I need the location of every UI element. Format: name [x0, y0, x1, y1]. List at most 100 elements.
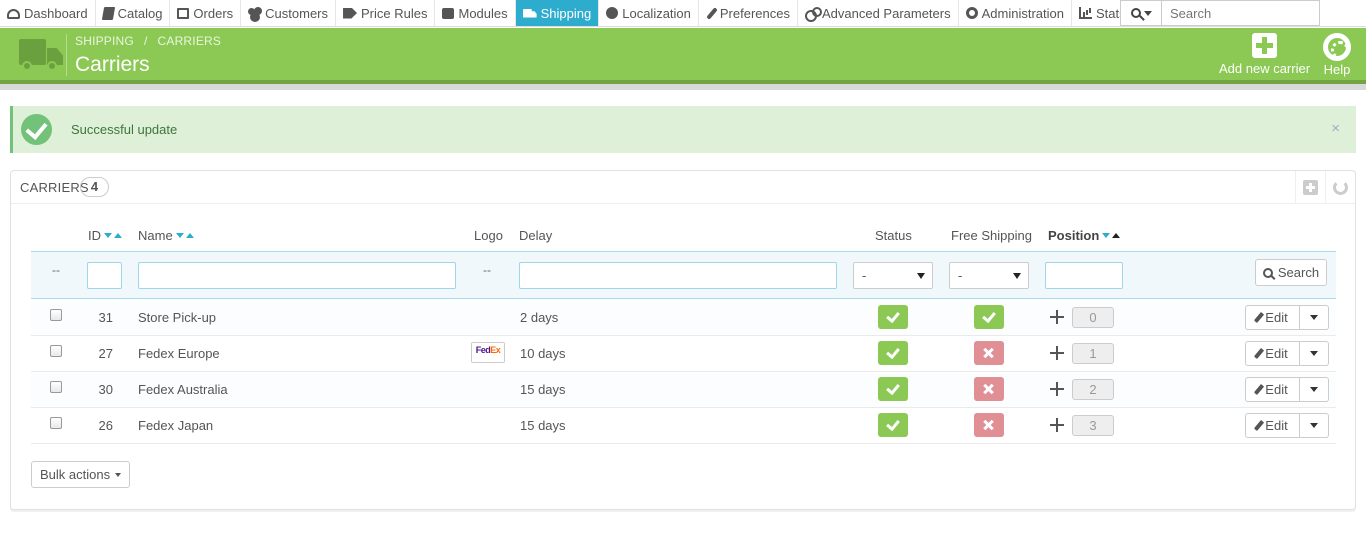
nav-administration[interactable]: Administration: [959, 0, 1072, 26]
drag-handle-icon[interactable]: [1050, 346, 1064, 360]
edit-label: Edit: [1265, 382, 1288, 397]
status-enabled-icon[interactable]: [878, 341, 908, 365]
fedex-logo[interactable]: FedEx: [471, 342, 505, 363]
page-title: Carriers: [75, 53, 150, 76]
id-filter-input[interactable]: [87, 262, 122, 289]
nav-dashboard[interactable]: Dashboard: [0, 0, 96, 26]
nav-catalog[interactable]: Catalog: [96, 0, 171, 26]
breadcrumb-item[interactable]: SHIPPING: [75, 34, 134, 48]
bulk-actions-button[interactable]: Bulk actions: [31, 461, 131, 488]
row-actions-dropdown[interactable]: [1300, 377, 1329, 402]
main-menu: Dashboard Catalog Orders Customers Price…: [0, 0, 1133, 26]
nav-modules[interactable]: Modules: [435, 0, 516, 26]
table-row: 31 Store Pick-up 2 days 0 Edit: [31, 300, 1336, 336]
status-enabled-icon[interactable]: [878, 305, 908, 329]
nav-localization[interactable]: Localization: [599, 0, 699, 26]
row-actions: Edit: [1245, 377, 1329, 402]
drag-handle-icon[interactable]: [1050, 418, 1064, 432]
carrier-name[interactable]: Fedex Japan: [138, 418, 213, 433]
caret-down-icon: [917, 273, 925, 279]
drag-handle-icon[interactable]: [1050, 382, 1064, 396]
carrier-delay[interactable]: 10 days: [520, 346, 566, 361]
header-divider: [0, 84, 1366, 90]
edit-button[interactable]: Edit: [1245, 377, 1300, 402]
breadcrumb-item[interactable]: CARRIERS: [158, 34, 222, 48]
pencil-icon: [1254, 384, 1265, 395]
position-filter-input[interactable]: [1045, 262, 1123, 289]
row-actions-dropdown[interactable]: [1300, 341, 1329, 366]
status-enabled-icon[interactable]: [878, 413, 908, 437]
panel-heading: Carriers 4: [11, 171, 1355, 204]
delay-filter-input[interactable]: [519, 262, 837, 289]
sort-desc-icon[interactable]: [104, 233, 112, 238]
close-icon[interactable]: ×: [1331, 120, 1340, 137]
free-shipping-disabled-icon[interactable]: [974, 413, 1004, 437]
carrier-id[interactable]: 31: [91, 310, 113, 325]
table-row: 30 Fedex Australia 15 days 2 Edit: [31, 372, 1336, 408]
edit-label: Edit: [1265, 310, 1288, 325]
column-label: Position: [1048, 228, 1100, 243]
header-search: [1120, 0, 1320, 26]
position-value: 3: [1072, 415, 1114, 436]
logo-filter-placeholder: --: [483, 263, 491, 277]
bar-chart-icon: [1078, 7, 1092, 19]
carrier-id[interactable]: 30: [91, 382, 113, 397]
column-header-name: Name: [138, 228, 194, 243]
help-button[interactable]: Help: [1323, 33, 1351, 77]
pencil-icon: [1254, 348, 1265, 359]
name-filter-input[interactable]: [138, 262, 456, 289]
row-checkbox[interactable]: [50, 417, 62, 429]
chevron-down-icon: [1143, 10, 1152, 16]
sort-asc-icon[interactable]: [1112, 233, 1121, 238]
free-shipping-disabled-icon[interactable]: [974, 341, 1004, 365]
row-actions-dropdown[interactable]: [1300, 305, 1329, 330]
carrier-delay[interactable]: 2 days: [520, 310, 558, 325]
add-carrier-button[interactable]: Add new carrier: [1219, 33, 1310, 76]
edit-button[interactable]: Edit: [1245, 305, 1300, 330]
caret-down-icon: [1310, 315, 1318, 320]
count-badge: 4: [80, 177, 109, 197]
filter-search-button[interactable]: Search: [1255, 259, 1327, 286]
nav-orders[interactable]: Orders: [170, 0, 242, 26]
nav-preferences[interactable]: Preferences: [699, 0, 798, 26]
carrier-delay[interactable]: 15 days: [520, 418, 566, 433]
row-checkbox[interactable]: [50, 381, 62, 393]
carrier-id[interactable]: 27: [91, 346, 113, 361]
row-checkbox[interactable]: [50, 345, 62, 357]
search-input[interactable]: [1162, 0, 1320, 26]
carrier-name[interactable]: Fedex Europe: [138, 346, 220, 361]
free-shipping-filter-select[interactable]: -: [949, 262, 1029, 289]
nav-price-rules[interactable]: Price Rules: [336, 0, 436, 26]
carrier-delay[interactable]: 15 days: [520, 382, 566, 397]
search-button-label: Search: [1277, 265, 1320, 280]
top-navigation: Dashboard Catalog Orders Customers Price…: [0, 0, 1366, 27]
edit-button[interactable]: Edit: [1245, 341, 1300, 366]
row-actions-dropdown[interactable]: [1300, 413, 1329, 438]
status-enabled-icon[interactable]: [878, 377, 908, 401]
carrier-name[interactable]: Store Pick-up: [138, 310, 216, 325]
caret-down-icon: [1013, 273, 1021, 279]
caret-down-icon: [1310, 423, 1318, 428]
sort-desc-icon[interactable]: [1102, 233, 1111, 238]
position-value: 2: [1072, 379, 1114, 400]
drag-handle-icon[interactable]: [1050, 310, 1064, 324]
column-header-id: ID: [88, 228, 122, 243]
sort-asc-icon[interactable]: [114, 233, 122, 238]
row-checkbox[interactable]: [50, 309, 62, 321]
free-shipping-enabled-icon[interactable]: [974, 305, 1004, 329]
nav-advanced-parameters[interactable]: Advanced Parameters: [798, 0, 959, 26]
carrier-name[interactable]: Fedex Australia: [138, 382, 228, 397]
add-carrier-toolbar-button[interactable]: [1295, 171, 1325, 204]
nav-customers[interactable]: Customers: [241, 0, 337, 26]
nav-shipping[interactable]: Shipping: [515, 0, 600, 26]
edit-button[interactable]: Edit: [1245, 413, 1300, 438]
sort-desc-icon[interactable]: [175, 233, 184, 238]
free-shipping-disabled-icon[interactable]: [974, 377, 1004, 401]
refresh-button[interactable]: [1325, 171, 1355, 204]
row-actions: Edit: [1245, 305, 1329, 330]
carrier-id[interactable]: 26: [91, 418, 113, 433]
status-filter-select[interactable]: -: [853, 262, 933, 289]
search-type-button[interactable]: [1120, 0, 1162, 26]
sort-asc-icon[interactable]: [185, 233, 194, 238]
position-value: 0: [1072, 307, 1114, 328]
